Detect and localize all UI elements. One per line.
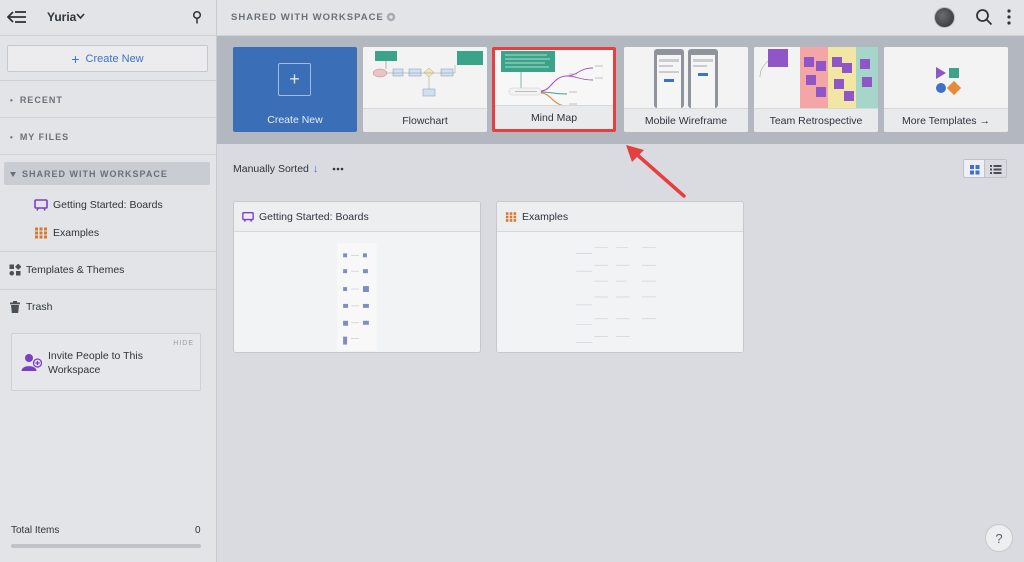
- document-thumbnail: [497, 233, 743, 352]
- template-label: Mobile Wireframe: [624, 108, 748, 132]
- bullet-icon: •: [10, 132, 14, 142]
- divider: [0, 289, 216, 290]
- template-label: More Templates →: [884, 108, 1008, 132]
- section-label: MY FILES: [19, 132, 70, 142]
- bullet-icon: •: [10, 95, 14, 105]
- mind-map-thumbnail: [495, 50, 613, 111]
- create-new-button[interactable]: + Create New: [7, 45, 208, 72]
- workspace-name[interactable]: Yuria: [47, 10, 76, 24]
- sidebar-item-templates[interactable]: Templates & Themes: [9, 264, 124, 276]
- sidebar-item-label: Getting Started: Boards: [53, 199, 163, 211]
- gear-icon[interactable]: [386, 12, 396, 22]
- mobile-wireframe-thumbnail: [624, 47, 748, 108]
- total-items-label: Total Items: [11, 525, 60, 536]
- template-label: Flowchart: [363, 108, 487, 132]
- shapes-thumbnail: [884, 47, 1008, 108]
- more-horizontal-icon[interactable]: [332, 167, 344, 171]
- triangle-down-icon: [10, 171, 16, 177]
- document-card-examples[interactable]: Examples: [496, 201, 744, 353]
- document-card-header: Getting Started: Boards: [234, 202, 480, 232]
- page-title: SHARED WITH WORKSPACE: [231, 12, 384, 23]
- board-icon: [34, 199, 48, 211]
- chevron-down-icon[interactable]: [76, 12, 85, 20]
- templates-strip: + Create New Flowchart Mind Map Mobile W…: [217, 36, 1024, 144]
- template-label: Create New: [267, 114, 323, 126]
- sort-label: Manually Sorted: [233, 163, 309, 175]
- template-mobile-wireframe[interactable]: Mobile Wireframe: [624, 47, 748, 132]
- divider: [0, 117, 216, 118]
- document-thumbnail: [234, 233, 480, 352]
- invite-card[interactable]: HIDE Invite People to This Workspace: [11, 333, 201, 391]
- list-icon: [990, 165, 1002, 174]
- document-card-getting-started[interactable]: Getting Started: Boards: [233, 201, 481, 353]
- document-card-header: Examples: [497, 202, 743, 232]
- sidebar: Yuria + Create New • RECENT • MY FILES S…: [0, 0, 217, 562]
- help-button[interactable]: ?: [985, 524, 1013, 552]
- total-items-count: 0: [195, 525, 201, 536]
- divider: [0, 251, 216, 252]
- grid-doc-icon: [505, 211, 517, 222]
- pin-icon[interactable]: [192, 10, 202, 24]
- sidebar-item-getting-started[interactable]: Getting Started: Boards: [34, 199, 163, 211]
- storage-bar: [11, 544, 201, 548]
- sidebar-item-label: Trash: [26, 301, 53, 313]
- sidebar-item-trash[interactable]: Trash: [9, 301, 52, 313]
- trash-icon: [10, 301, 20, 313]
- more-vertical-icon[interactable]: [1007, 9, 1011, 25]
- retrospective-thumbnail: [754, 47, 878, 108]
- section-label: RECENT: [19, 95, 63, 105]
- plus-icon: +: [278, 63, 311, 96]
- template-label: Mind Map: [495, 105, 613, 129]
- arrow-annotation: [626, 145, 686, 198]
- sidebar-item-label: Examples: [53, 227, 100, 239]
- sidebar-item-examples[interactable]: Examples: [34, 227, 99, 239]
- sidebar-header: Yuria: [0, 0, 216, 36]
- sidebar-item-label: Templates & Themes: [26, 264, 125, 276]
- add-person-icon: [21, 354, 42, 371]
- sort-dropdown[interactable]: Manually Sorted ↓: [233, 163, 318, 175]
- more-templates-button[interactable]: More Templates →: [884, 47, 1008, 132]
- list-view-button[interactable]: [985, 159, 1007, 178]
- grid-view-button[interactable]: [963, 159, 985, 178]
- avatar[interactable]: [934, 7, 955, 28]
- templates-icon: [9, 264, 21, 276]
- collapse-sidebar-icon[interactable]: [7, 9, 27, 25]
- template-flowchart[interactable]: Flowchart: [363, 47, 487, 132]
- sort-direction-icon: ↓: [312, 163, 319, 175]
- invite-text: Invite People to This Workspace: [48, 350, 143, 376]
- flowchart-thumbnail: [363, 47, 487, 108]
- section-shared[interactable]: SHARED WITH WORKSPACE: [10, 169, 168, 179]
- template-label: Team Retrospective: [754, 108, 878, 132]
- plus-icon: +: [71, 50, 80, 67]
- board-icon: [242, 211, 254, 222]
- section-label: SHARED WITH WORKSPACE: [22, 169, 168, 179]
- search-icon[interactable]: [975, 8, 993, 26]
- section-recent[interactable]: • RECENT: [10, 95, 63, 105]
- divider: [0, 154, 216, 155]
- divider: [0, 80, 216, 81]
- grid-icon: [970, 165, 980, 175]
- grid-doc-icon: [35, 227, 47, 239]
- create-new-label: Create New: [85, 52, 144, 65]
- template-create-new[interactable]: + Create New: [233, 47, 357, 132]
- header: SHARED WITH WORKSPACE: [217, 0, 1024, 36]
- document-title: Getting Started: Boards: [259, 210, 369, 223]
- section-my-files[interactable]: • MY FILES: [10, 132, 69, 142]
- template-team-retrospective[interactable]: Team Retrospective: [754, 47, 878, 132]
- hide-button[interactable]: HIDE: [173, 340, 194, 347]
- document-title: Examples: [522, 210, 569, 223]
- template-mind-map[interactable]: Mind Map: [492, 47, 616, 132]
